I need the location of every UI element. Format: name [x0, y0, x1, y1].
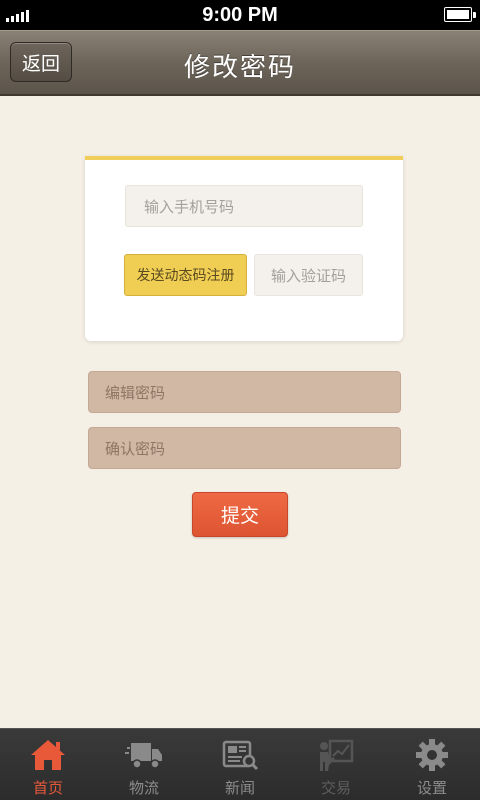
confirm-password-input[interactable]: 确认密码 — [88, 427, 401, 469]
page-title: 修改密码 — [183, 53, 296, 83]
battery-icon — [444, 7, 476, 22]
tab-news[interactable]: 新闻 — [192, 729, 288, 800]
status-bar: 9:00 PM — [0, 0, 480, 30]
tab-home[interactable]: 首页 — [0, 729, 96, 800]
submit-button[interactable]: 提交 — [192, 492, 288, 537]
tab-label: 交易 — [320, 779, 351, 797]
verification-code-input[interactable]: 输入验证码 — [254, 254, 363, 296]
edit-password-input[interactable]: 编辑密码 — [88, 371, 401, 413]
chart-icon — [316, 737, 356, 773]
send-code-button[interactable]: 发送动态码注册 — [124, 254, 247, 296]
status-time: 9:00 PM — [202, 4, 278, 26]
tab-label: 物流 — [128, 779, 159, 797]
tab-label: 首页 — [32, 779, 63, 797]
tab-bar: 首页 物流 新闻 交易 设置 — [0, 728, 480, 800]
truck-icon — [124, 737, 164, 773]
tab-trade[interactable]: 交易 — [288, 729, 384, 800]
newspaper-icon — [220, 737, 260, 773]
tab-settings[interactable]: 设置 — [384, 729, 480, 800]
nav-bar: 返回 修改密码 — [0, 30, 480, 96]
tab-label: 设置 — [416, 779, 447, 797]
phone-input[interactable]: 输入手机号码 — [125, 185, 363, 227]
tab-label: 新闻 — [224, 779, 255, 797]
tab-logistics[interactable]: 物流 — [96, 729, 192, 800]
home-icon — [28, 737, 68, 773]
gear-icon — [412, 737, 452, 773]
verification-card: 输入手机号码 发送动态码注册 输入验证码 — [85, 156, 403, 341]
